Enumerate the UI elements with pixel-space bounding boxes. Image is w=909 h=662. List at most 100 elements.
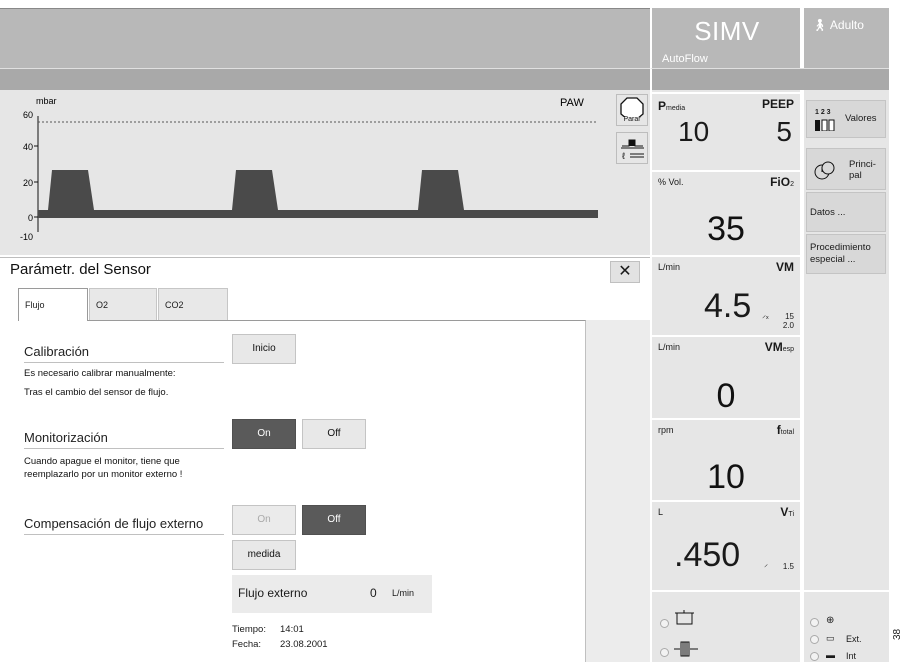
y-tick-label: 60 [23, 110, 33, 120]
values-button[interactable]: 1 2 3 Valores [806, 100, 886, 138]
ftotal-value: 10 [707, 458, 745, 496]
ventilation-mode-box[interactable]: SIMV AutoFlow [650, 8, 800, 68]
monitoring-text-1: Cuando apague el monitor, tiene que [24, 456, 180, 467]
battery-icon: ▬ [826, 650, 835, 660]
y-tick-label: 40 [23, 142, 33, 152]
header-sub-bar-right [650, 68, 889, 90]
ext-battery-label: Ext. [846, 634, 862, 644]
data-button[interactable]: Datos ... [806, 192, 886, 232]
stop-button-label: Parar [623, 116, 641, 123]
tab-o2[interactable]: O2 [89, 288, 157, 321]
main-button-label: Princi- pal [849, 159, 876, 181]
pressure-waveform-panel: mbar PAW 60 40 20 0 -10 [0, 90, 650, 255]
freeze-curve-button[interactable]: ℓ [616, 132, 648, 164]
y-tick-label: -10 [20, 232, 33, 242]
dialog-side-area [586, 320, 650, 662]
main-button[interactable]: Princi- pal [806, 148, 886, 190]
mvspont-unit: L/min [658, 342, 681, 352]
time-label: Tiempo: [232, 624, 266, 635]
nebulizer-icon [675, 610, 694, 625]
calibration-start-button[interactable]: Inicio [232, 334, 296, 364]
battery-icon: ▭ [826, 633, 835, 643]
mode-label: SIMV [694, 16, 760, 46]
external-flow-readout: Flujo externo 0 L/min [232, 575, 432, 613]
dialog-title: Parámetr. del Sensor [10, 261, 151, 278]
external-flow-label: Flujo externo [238, 586, 308, 600]
monitoring-on-button[interactable]: On [232, 419, 296, 449]
close-icon: ✕ [618, 263, 632, 280]
waveform-signal-label: PAW [560, 97, 584, 109]
tab-flow[interactable]: Flujo [18, 288, 88, 321]
monitoring-off-button[interactable]: Off [302, 419, 366, 449]
date-row: Fecha: 23.08.2001 [232, 639, 328, 650]
waveform-unit: mbar [36, 96, 57, 106]
power-status-area: ⊕ ▭ Ext. ▬ Int [802, 590, 889, 662]
special-procedure-button[interactable]: Procedimiento especial ... [806, 234, 886, 274]
status-led [660, 619, 669, 628]
external-flow-unit: L/min [392, 588, 415, 598]
pressure-values-box[interactable]: Pmedia PEEP 10 5 [652, 92, 800, 170]
curve-freeze-icon: ℓ [621, 139, 644, 161]
mvspont-value: 0 [716, 377, 736, 415]
frequency-box[interactable]: rpm ftotal 10 [652, 418, 800, 500]
spont-minute-volume-box[interactable]: L/min VMesp 0 [652, 335, 800, 418]
fio2-box[interactable]: % Vol. FiO2 35 [652, 170, 800, 255]
pressure-trace [38, 170, 598, 218]
y-tick-label: 20 [23, 178, 33, 188]
fio2-unit: % Vol. [658, 177, 684, 187]
alarm-limit-icon: ⸍ˣ [762, 314, 769, 323]
fio2-value: 35 [707, 210, 745, 248]
date-value: 23.08.2001 [280, 639, 328, 650]
tidal-volume-box[interactable]: L VTi .450 ⸍ 1.5 [652, 500, 800, 590]
values-icon-numbers: 1 2 3 [815, 109, 831, 116]
patient-type-box[interactable]: 🚶︎ Adulto [802, 8, 889, 68]
monitoring-text-2: reemplazarlo por un monitor externo ! [24, 469, 183, 480]
patient-type-label: Adulto [829, 18, 864, 32]
figure-code: 38 [892, 628, 903, 640]
special-procedure-label: Procedimiento especial ... [810, 242, 871, 265]
adult-person-icon: 🚶︎ [812, 18, 828, 32]
monitoring-title: Monitorización [24, 430, 224, 449]
external-flow-value: 0 [370, 586, 377, 600]
pressure-waveform-chart: mbar PAW 60 40 20 0 -10 [20, 96, 598, 242]
mvspont-sub: esp [782, 346, 794, 353]
external-flow-off-button[interactable]: Off [302, 505, 366, 535]
tab-co2[interactable]: CO2 [158, 288, 228, 321]
pmean-value: 10 [678, 116, 710, 147]
main-screen-icon [814, 161, 835, 180]
calibration-text-2: Tras el cambio del sensor de flujo. [24, 387, 169, 398]
external-flow-title: Compensación de flujo externo [24, 516, 224, 535]
bar-values-icon [815, 119, 835, 131]
measure-button[interactable]: medida [232, 540, 296, 570]
accessory-status-area [652, 590, 800, 662]
mv-limit-low: 2.0 [782, 321, 794, 330]
vti-sub: Ti [788, 511, 794, 518]
stop-button[interactable]: Parar [616, 94, 648, 126]
fio2-name: FiO [770, 175, 791, 189]
ftotal-sub: total [780, 429, 794, 436]
pmean-sub: media [666, 105, 686, 112]
vti-unit: L [658, 507, 664, 517]
mvspont-name: VM [764, 340, 783, 354]
status-led [660, 648, 669, 657]
external-flow-on-button[interactable]: On [232, 505, 296, 535]
alarm-limit-icon: ⸍ [764, 563, 768, 572]
minute-volume-box[interactable]: L/min VM 4.5 ⸍ˣ 15 2.0 [652, 255, 800, 335]
peep-name: PEEP [761, 97, 794, 111]
top-header-bar [0, 8, 650, 68]
int-battery-led [810, 652, 819, 661]
svg-text:ℓ: ℓ [622, 151, 626, 161]
peep-value: 5 [776, 116, 792, 147]
mv-name: VM [776, 260, 794, 274]
mains-plug-icon: ⊕ [826, 615, 835, 626]
mv-unit: L/min [658, 262, 681, 272]
mv-limit-high: 15 [785, 312, 794, 321]
humidifier-icon [674, 641, 698, 657]
values-button-label: Valores [845, 113, 877, 124]
close-button[interactable]: ✕ [610, 261, 640, 283]
calibration-text-1: Es necesario calibrar manualmente: [24, 368, 176, 379]
int-battery-label: Int [846, 651, 857, 661]
time-row: Tiempo: 14:01 [232, 624, 304, 635]
time-value: 14:01 [280, 624, 304, 635]
calibration-title: Calibración [24, 344, 224, 363]
